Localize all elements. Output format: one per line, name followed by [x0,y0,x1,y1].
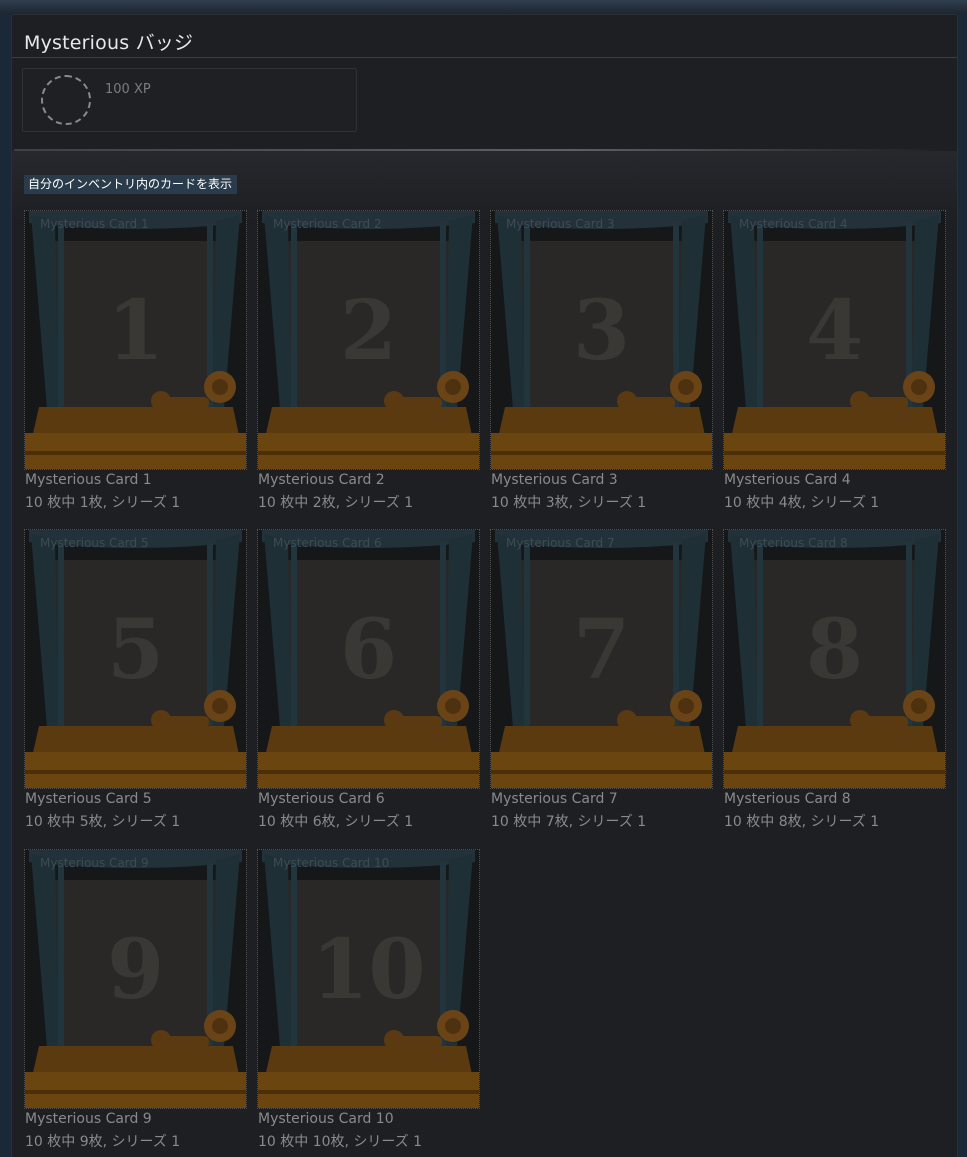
card-image[interactable]: Mysterious Card 2 2 [257,210,480,470]
card-count: 10 枚中 6枚, シリーズ 1 [258,814,414,830]
card-name: Mysterious Card 4 [724,472,851,488]
card-image[interactable]: Mysterious Card 5 5 [24,529,247,789]
card-image[interactable]: Mysterious Card 6 6 [257,529,480,789]
trading-card[interactable]: Mysterious Card 9 9 Mysterious Card 9 10 枚中… [24,849,247,1150]
badge-placeholder-icon [41,75,91,125]
card-image[interactable]: Mysterious Card 7 7 [490,529,713,789]
card-art-title: Mysterious Card 6 [273,536,382,550]
card-art-number: 7 [572,602,631,698]
card-name: Mysterious Card 10 [258,1111,394,1127]
section-divider [14,149,944,151]
card-art-number: 6 [339,602,398,698]
view-inventory-cards-link[interactable]: 自分のインベントリ内のカードを表示 [24,175,238,194]
card-image[interactable]: Mysterious Card 4 4 [723,210,946,470]
top-bar [0,0,967,14]
card-count: 10 枚中 7枚, シリーズ 1 [491,814,647,830]
card-art-number: 8 [805,602,864,698]
card-name: Mysterious Card 3 [491,472,618,488]
card-count: 10 枚中 10枚, シリーズ 1 [258,1134,423,1150]
trading-card[interactable]: Mysterious Card 2 2 Mysterious Card 2 10 枚中… [257,210,480,511]
card-art-title: Mysterious Card 10 [273,856,390,870]
trading-card[interactable]: Mysterious Card 8 8 Mysterious Card 8 10 枚中… [723,529,946,830]
card-art-title: Mysterious Card 5 [40,536,149,550]
card-art-title: Mysterious Card 2 [273,217,382,231]
card-count: 10 枚中 9枚, シリーズ 1 [25,1134,181,1150]
card-art-title: Mysterious Card 9 [40,856,149,870]
card-count: 10 枚中 5枚, シリーズ 1 [25,814,181,830]
card-name: Mysterious Card 9 [25,1111,152,1127]
card-art-title: Mysterious Card 7 [506,536,615,550]
trading-card[interactable]: Mysterious Card 7 7 Mysterious Card 7 10 枚中… [490,529,713,830]
trading-card[interactable]: Mysterious Card 1 1 Mysterious Card 1 10 枚中… [24,210,247,511]
card-count: 10 枚中 8枚, シリーズ 1 [724,814,880,830]
card-art-title: Mysterious Card 1 [40,217,149,231]
card-image[interactable]: Mysterious Card 1 1 [24,210,247,470]
card-art-title: Mysterious Card 3 [506,217,615,231]
card-art-number: 5 [106,602,165,698]
card-art-title: Mysterious Card 4 [739,217,848,231]
card-art-title: Mysterious Card 8 [739,536,848,550]
card-art-number: 9 [106,922,165,1018]
card-art-number: 3 [572,283,631,379]
badge-info-box: 100 XP [22,68,357,132]
card-art-number: 1 [106,283,165,379]
badge-panel: Mysterious バッジ 100 XP 自分のインベントリ内のカードを表示 … [11,14,958,1157]
card-image[interactable]: Mysterious Card 8 8 [723,529,946,789]
title-divider [12,57,957,58]
trading-card[interactable]: Mysterious Card 5 5 Mysterious Card 5 10 枚中… [24,529,247,830]
trading-card[interactable]: Mysterious Card 3 3 Mysterious Card 3 10 枚中… [490,210,713,511]
card-image[interactable]: Mysterious Card 9 9 [24,849,247,1109]
trading-card[interactable]: Mysterious Card 4 4 Mysterious Card 4 10 枚中… [723,210,946,511]
card-art-number: 10 [311,922,426,1018]
card-count: 10 枚中 1枚, シリーズ 1 [25,495,181,511]
card-art-number: 2 [339,283,398,379]
card-image[interactable]: Mysterious Card 3 3 [490,210,713,470]
card-name: Mysterious Card 6 [258,791,385,807]
trading-card[interactable]: Mysterious Card 10 10 Mysterious Card 10 10… [257,849,480,1150]
card-name: Mysterious Card 7 [491,791,618,807]
page-title: Mysterious バッジ [24,32,194,54]
trading-card[interactable]: Mysterious Card 6 6 Mysterious Card 6 10 枚中… [257,529,480,830]
card-name: Mysterious Card 5 [25,791,152,807]
badge-xp: 100 XP [105,82,151,97]
card-image[interactable]: Mysterious Card 10 10 [257,849,480,1109]
card-name: Mysterious Card 8 [724,791,851,807]
card-count: 10 枚中 4枚, シリーズ 1 [724,495,880,511]
card-count: 10 枚中 2枚, シリーズ 1 [258,495,414,511]
card-name: Mysterious Card 2 [258,472,385,488]
card-name: Mysterious Card 1 [25,472,152,488]
card-count: 10 枚中 3枚, シリーズ 1 [491,495,647,511]
card-art-number: 4 [805,283,864,379]
